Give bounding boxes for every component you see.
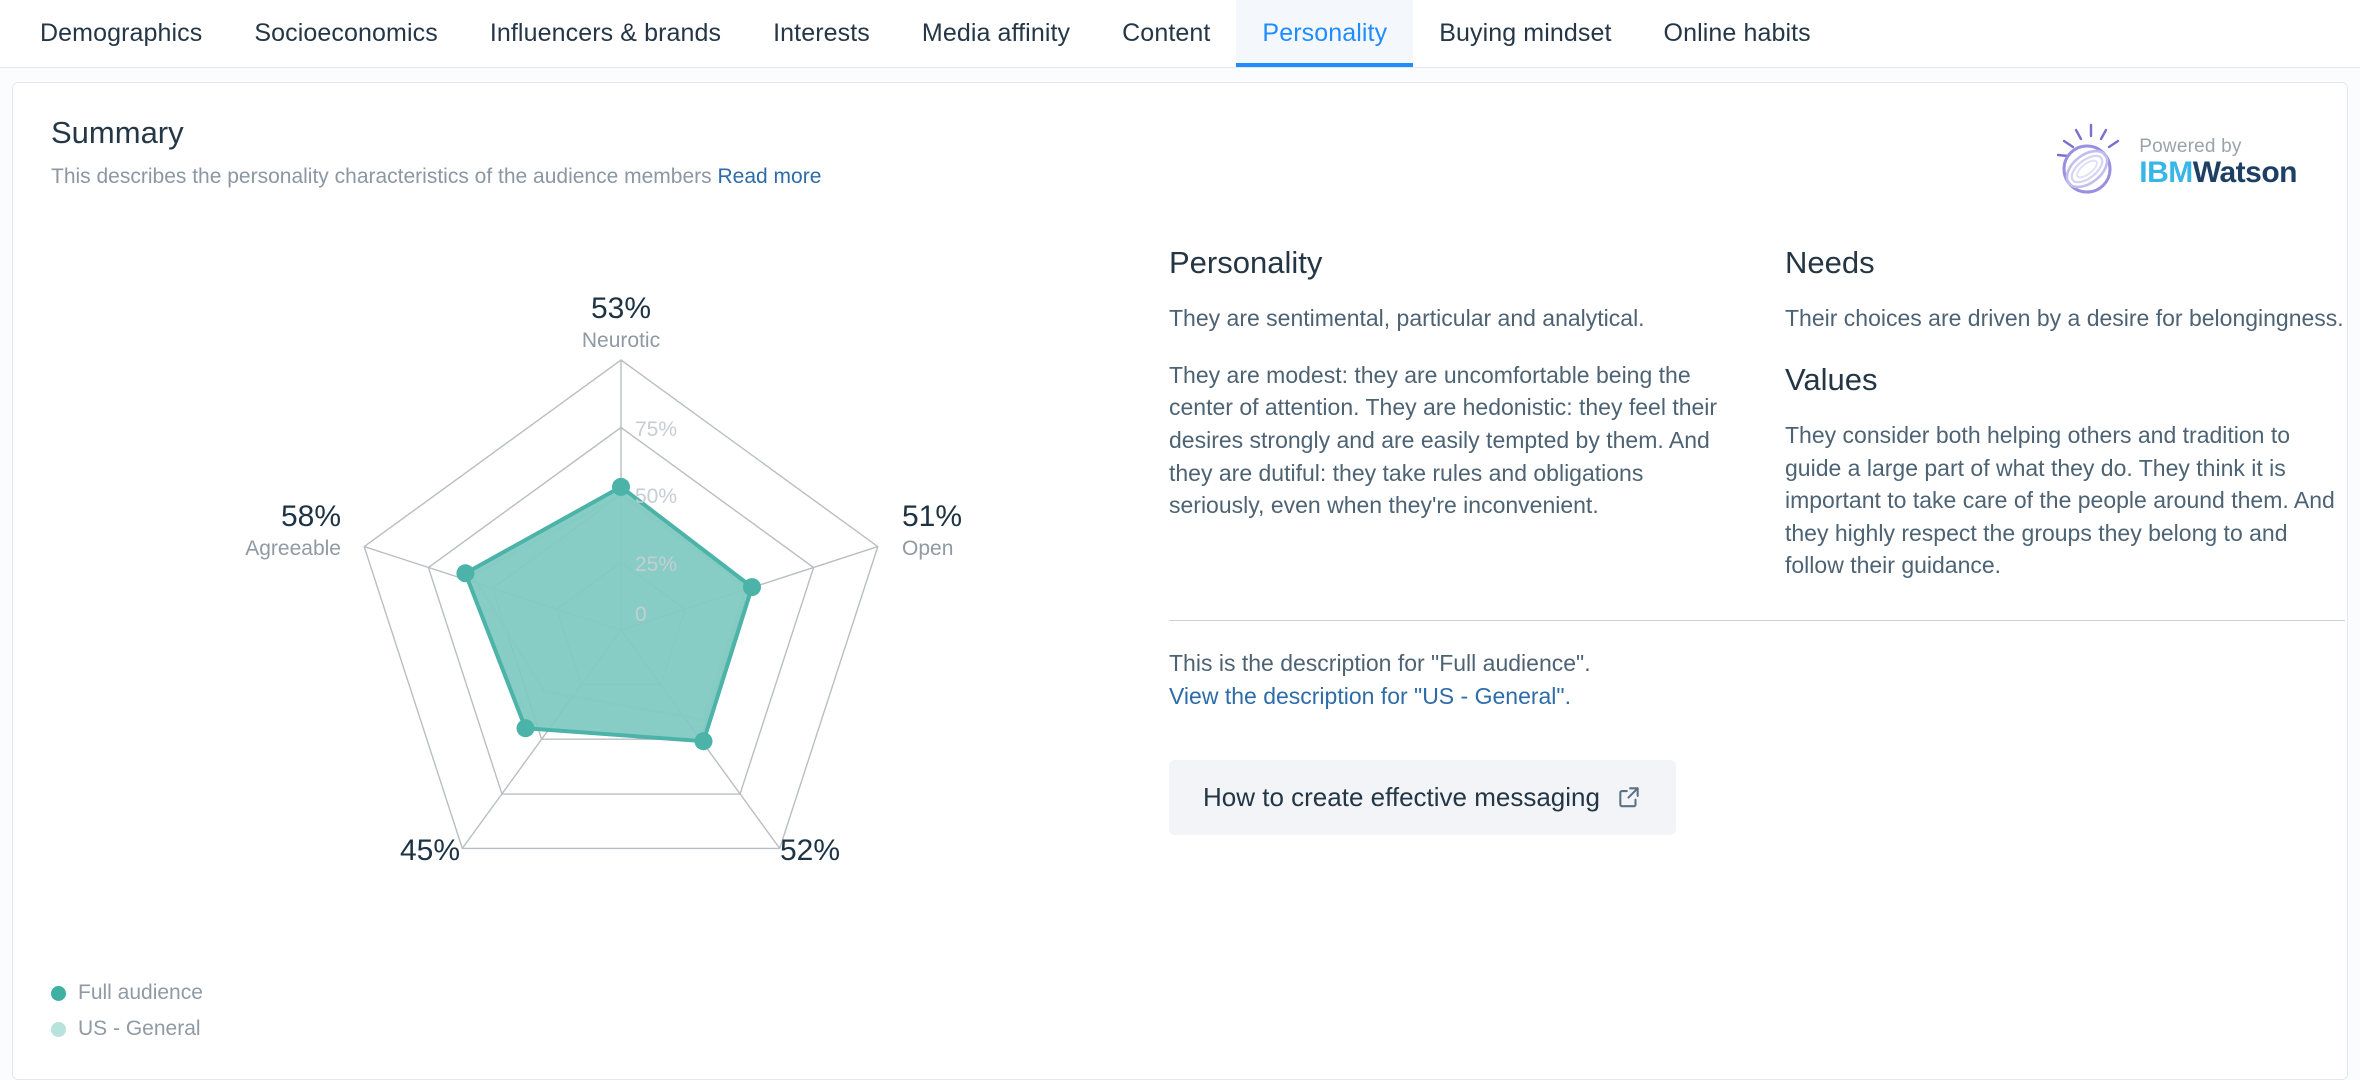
tab-socioeconomics[interactable]: Socioeconomics — [228, 0, 463, 67]
tab-online-habits[interactable]: Online habits — [1638, 0, 1837, 67]
radar-value-extraverted: 45% — [400, 834, 460, 867]
legend-item-full-audience[interactable]: Full audience — [51, 981, 203, 1005]
summary-card-header: Summary This describes the personality c… — [13, 83, 2347, 204]
summary-main: 75% 50% 25% 0 53% Neurotic 51% Open 52% — [13, 210, 2347, 870]
watson-mark-icon — [2051, 121, 2129, 204]
tab-label: Socioeconomics — [254, 19, 438, 47]
section-divider — [1169, 620, 2345, 622]
tab-label: Content — [1122, 19, 1211, 47]
watson-ibm-label: IBM — [2139, 156, 2193, 189]
radar-tick-25: 25% — [635, 553, 677, 576]
tab-label: Buying mindset — [1439, 19, 1612, 47]
legend-label: Full audience — [78, 981, 203, 1004]
radar-tick-50: 50% — [635, 485, 677, 508]
legend-dot-icon — [51, 985, 66, 1001]
tab-label: Interests — [773, 19, 870, 47]
radar-label-neurotic: Neurotic — [582, 329, 660, 352]
summary-subtitle-text: This describes the personality character… — [51, 164, 712, 188]
legend-label: US - General — [78, 1017, 201, 1040]
personality-section: Personality They are sentimental, partic… — [1169, 245, 1729, 582]
radar-value-neurotic: 53% — [591, 292, 651, 325]
tab-label: Online habits — [1663, 19, 1811, 47]
description-text-columns: Personality They are sentimental, partic… — [1169, 245, 2345, 582]
tab-buying-mindset[interactable]: Buying mindset — [1413, 0, 1637, 67]
tab-media-affinity[interactable]: Media affinity — [896, 0, 1096, 67]
summary-heading-group: Summary This describes the personality c… — [51, 115, 821, 190]
legend-item-us-general[interactable]: US - General — [51, 1017, 203, 1041]
tab-label: Influencers & brands — [489, 19, 722, 47]
radar-tick-75: 75% — [635, 418, 677, 441]
needs-paragraph: Their choices are driven by a desire for… — [1785, 305, 2344, 332]
tab-interests[interactable]: Interests — [747, 0, 896, 67]
cta-label: How to create effective messaging — [1203, 781, 1600, 812]
tab-personality[interactable]: Personality — [1236, 0, 1414, 67]
description-column: Personality They are sentimental, partic… — [1111, 210, 2345, 870]
effective-messaging-button[interactable]: How to create effective messaging — [1169, 759, 1676, 835]
radar-value-conscientious: 52% — [780, 834, 840, 867]
legend-dot-icon — [51, 1021, 66, 1037]
tab-label: Personality — [1262, 19, 1388, 47]
read-more-link[interactable]: Read more — [717, 165, 821, 188]
radar-chart-column: 75% 50% 25% 0 53% Neurotic 51% Open 52% — [51, 210, 1111, 870]
primary-tab-bar: Demographics Socioeconomics Influencers … — [0, 0, 2360, 68]
radar-label-agreeable: Agreeable — [245, 537, 341, 560]
tab-demographics[interactable]: Demographics — [14, 0, 228, 67]
watson-wordmark: Powered by IBMWatson — [2139, 137, 2297, 188]
radar-series-full-audience — [462, 484, 755, 744]
personality-radar-chart: 75% 50% 25% 0 53% Neurotic 51% Open 52% — [51, 210, 1111, 870]
radar-value-agreeable: 58% — [281, 500, 341, 533]
tab-content[interactable]: Content — [1096, 0, 1236, 67]
needs-values-section: Needs Their choices are driven by a desi… — [1785, 245, 2345, 582]
radar-label-open: Open — [902, 537, 953, 560]
watson-brand-label: IBMWatson — [2139, 158, 2297, 188]
current-description-note: This is the description for "Full audien… — [1169, 650, 1591, 677]
chart-legend: Full audience US - General — [51, 981, 203, 1053]
tab-label: Demographics — [40, 19, 203, 47]
page-body: Summary This describes the personality c… — [0, 68, 2360, 1080]
page-title: Summary — [51, 115, 184, 150]
switch-description-link[interactable]: View the description for "US - General". — [1169, 680, 2345, 713]
personality-paragraph-1: They are sentimental, particular and ana… — [1169, 305, 1645, 332]
values-paragraph: They consider both helping others and tr… — [1785, 421, 2335, 579]
watson-powered-by-label: Powered by — [2139, 136, 2242, 157]
personality-heading: Personality — [1169, 245, 1323, 280]
watson-watson-label: Watson — [2192, 156, 2298, 189]
ibm-watson-logo: Powered by IBMWatson — [2051, 115, 2313, 204]
tab-influencers-brands[interactable]: Influencers & brands — [464, 0, 747, 67]
radar-tick-0: 0 — [635, 603, 647, 626]
summary-subtitle: This describes the personality character… — [51, 163, 821, 190]
personality-paragraph-2: They are modest: they are uncomfortable … — [1169, 361, 1718, 519]
summary-card: Summary This describes the personality c… — [12, 82, 2348, 1080]
needs-heading: Needs — [1785, 245, 1875, 280]
radar-value-open: 51% — [902, 500, 962, 533]
tab-label: Media affinity — [921, 19, 1071, 47]
external-link-icon — [1616, 784, 1642, 810]
values-heading: Values — [1785, 361, 1878, 397]
